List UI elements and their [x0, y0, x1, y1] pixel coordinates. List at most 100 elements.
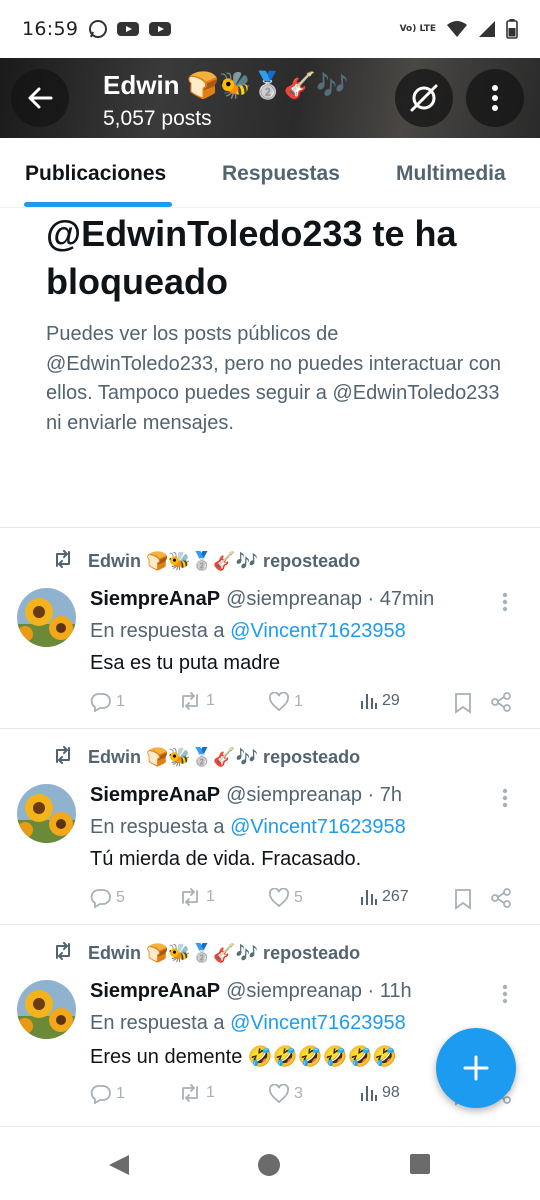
grok-icon [410, 84, 438, 112]
views-count: 29 [382, 692, 400, 709]
more-options-button[interactable] [466, 69, 524, 127]
post-more-button[interactable] [502, 984, 508, 1009]
repost-count: 1 [206, 1084, 215, 1101]
share-button[interactable] [490, 692, 512, 712]
post-actions: 1 1 1 29 [90, 692, 520, 716]
post-item[interactable]: Edwin 🍞🐝🥈🎸🎶 reposteado SiempreAnaP @siemp… [0, 726, 540, 921]
views-button[interactable]: 29 [360, 692, 400, 710]
back-button[interactable] [11, 69, 69, 127]
avatar[interactable] [17, 980, 76, 1039]
reply-prefix: En respuesta a [90, 1012, 225, 1034]
reply-icon [90, 693, 111, 712]
repost-label[interactable]: Edwin 🍞🐝🥈🎸🎶 reposteado [88, 747, 360, 768]
like-count: 1 [294, 693, 303, 710]
post-more-button[interactable] [502, 788, 508, 813]
posts-count: 5,057 posts [103, 107, 212, 130]
wifi-icon [447, 21, 467, 37]
blocked-notice: @EdwinToledo233 te ha bloqueado Puedes v… [46, 210, 506, 438]
battery-icon [506, 19, 518, 39]
plus-icon [463, 1055, 489, 1081]
views-icon [361, 1086, 377, 1101]
post-author-name[interactable]: SiempreAnaP [90, 980, 220, 1002]
post-more-button[interactable] [502, 592, 508, 617]
like-button[interactable]: 1 [268, 692, 303, 712]
notification-icons [88, 19, 172, 39]
back-triangle-icon[interactable] [107, 1153, 131, 1177]
signal-icon [479, 21, 495, 37]
recents-square-icon[interactable] [409, 1153, 431, 1175]
reply-mention-link[interactable]: @Vincent71623958 [230, 1012, 406, 1034]
reply-prefix: En respuesta a [90, 816, 225, 838]
reply-count: 1 [116, 693, 125, 710]
profile-tabs: Publicaciones Respuestas Multimedia [0, 138, 540, 208]
android-navigation-bar [0, 1126, 540, 1200]
youtube-icon [117, 22, 140, 36]
reply-context: En respuesta a @Vincent71623958 [90, 816, 406, 839]
profile-header-banner: Edwin 🍞🐝🥈🎸🎶 5,057 posts [0, 58, 540, 138]
reply-mention-link[interactable]: @Vincent71623958 [230, 816, 406, 838]
post-more-icon [502, 984, 508, 1004]
post-header: SiempreAnaP @siempreanap · 7h [90, 784, 402, 807]
views-count: 267 [382, 888, 409, 905]
profile-name: Edwin 🍞🐝🥈🎸🎶 [103, 70, 349, 100]
post-item[interactable]: Edwin 🍞🐝🥈🎸🎶 reposteado SiempreAnaP @siemp… [0, 530, 540, 725]
repost-icon [182, 1084, 198, 1102]
bookmark-button[interactable] [454, 692, 472, 714]
repost-indicator-icon [52, 942, 74, 965]
tab-respuestas[interactable]: Respuestas [222, 162, 340, 186]
like-count: 5 [294, 889, 303, 906]
tab-multimedia[interactable]: Multimedia [396, 162, 506, 186]
like-button[interactable]: 5 [268, 888, 303, 908]
divider [0, 527, 540, 528]
tab-publicaciones[interactable]: Publicaciones [25, 162, 166, 186]
post-handle-time: @siempreanap · 47min [226, 588, 435, 610]
repost-indicator-icon [52, 550, 74, 573]
reply-mention-link[interactable]: @Vincent71623958 [230, 620, 406, 642]
like-icon [269, 1084, 289, 1104]
reply-button[interactable]: 5 [90, 888, 125, 908]
like-button[interactable]: 3 [268, 1084, 303, 1104]
views-count: 98 [382, 1084, 400, 1101]
avatar[interactable] [17, 588, 76, 647]
reply-context: En respuesta a @Vincent71623958 [90, 620, 406, 643]
repost-label[interactable]: Edwin 🍞🐝🥈🎸🎶 reposteado [88, 943, 360, 964]
avatar[interactable] [17, 784, 76, 843]
grok-button[interactable] [395, 69, 453, 127]
repost-icon [182, 692, 198, 710]
repost-count: 1 [206, 692, 215, 709]
post-author-name[interactable]: SiempreAnaP [90, 784, 220, 806]
bookmark-icon [455, 889, 471, 910]
repost-button[interactable]: 1 [178, 888, 215, 906]
views-button[interactable]: 267 [360, 888, 409, 906]
share-button[interactable] [490, 888, 512, 908]
like-count: 3 [294, 1085, 303, 1102]
bookmark-button[interactable] [454, 888, 472, 910]
home-circle-icon[interactable] [257, 1153, 281, 1177]
post-more-icon [502, 592, 508, 612]
reply-icon [90, 1085, 111, 1104]
views-icon [361, 890, 377, 905]
volte-icon: Vo) LTE [399, 23, 436, 34]
reply-prefix: En respuesta a [90, 620, 225, 642]
share-icon [491, 888, 511, 908]
youtube-icon [149, 22, 172, 36]
compose-post-button[interactable] [436, 1028, 516, 1108]
reply-count: 5 [116, 889, 125, 906]
reply-button[interactable]: 1 [90, 692, 125, 712]
views-icon [361, 694, 377, 709]
repost-indicator: Edwin 🍞🐝🥈🎸🎶 reposteado [52, 746, 360, 769]
post-more-icon [502, 788, 508, 808]
more-vertical-icon [492, 85, 498, 111]
repost-icon [182, 888, 198, 906]
blocked-title: @EdwinToledo233 te ha bloqueado [46, 213, 457, 302]
post-author-name[interactable]: SiempreAnaP [90, 588, 220, 610]
system-icons: Vo) LTE [400, 19, 518, 39]
views-button[interactable]: 98 [360, 1084, 400, 1102]
post-text: Tú mierda de vida. Fracasado. [90, 848, 362, 870]
reply-button[interactable]: 1 [90, 1084, 125, 1104]
repost-button[interactable]: 1 [178, 692, 215, 710]
post-header: SiempreAnaP @siempreanap · 11h [90, 980, 412, 1003]
repost-label[interactable]: Edwin 🍞🐝🥈🎸🎶 reposteado [88, 551, 360, 572]
repost-button[interactable]: 1 [178, 1084, 215, 1102]
back-arrow-icon [28, 87, 53, 109]
